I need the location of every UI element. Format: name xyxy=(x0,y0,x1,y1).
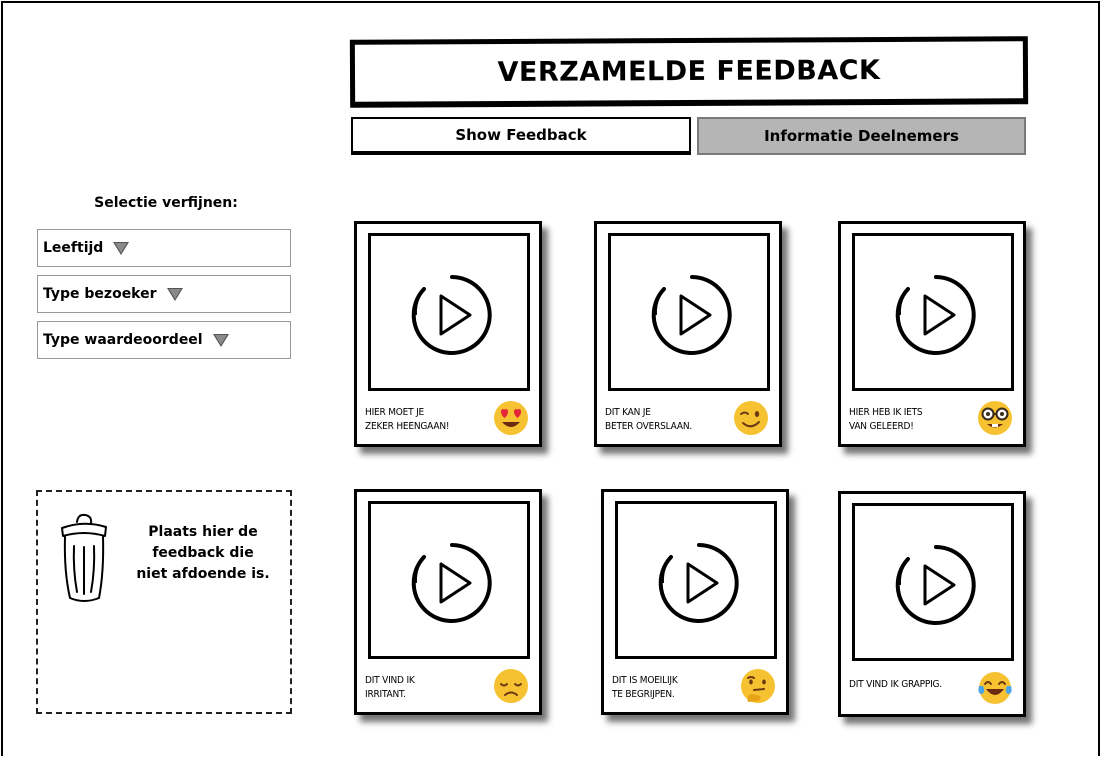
caret-down-icon xyxy=(166,287,183,301)
dropdown-label: Leeftijd xyxy=(43,240,104,256)
heart-eyes-emoji xyxy=(494,401,528,435)
winking-face-emoji xyxy=(734,401,768,435)
feedback-card[interactable]: Dit vind ik irritant. xyxy=(354,489,542,715)
dropdown-type-bezoeker[interactable]: Type bezoeker xyxy=(37,275,291,313)
tab-show-feedback[interactable]: Show Feedback xyxy=(351,117,691,155)
video-thumbnail xyxy=(368,501,530,659)
page-title: VERZAMELDE FEEDBACK xyxy=(349,36,1029,108)
video-thumbnail xyxy=(615,501,777,659)
feedback-card[interactable]: Dit kan je beter overslaan. xyxy=(594,221,782,447)
dropdown-leeftijd[interactable]: Leeftijd xyxy=(37,229,291,267)
thinking-face-emoji xyxy=(741,669,775,703)
caret-down-icon xyxy=(113,241,130,255)
dropdown-type-waardeoordeel[interactable]: Type waardeoordeel xyxy=(37,321,291,359)
video-thumbnail xyxy=(368,233,530,391)
caret-down-icon xyxy=(212,333,229,347)
feedback-card[interactable]: Hier moet je zeker heengaan! xyxy=(354,221,542,447)
video-thumbnail xyxy=(852,233,1014,391)
play-icon[interactable] xyxy=(892,541,978,627)
trash-drop-zone[interactable]: Plaats hier de feedback die niet afdoend… xyxy=(36,490,292,714)
play-icon[interactable] xyxy=(408,539,494,625)
video-thumbnail xyxy=(608,233,770,391)
card-caption: Dit vind ik irritant. xyxy=(365,675,415,700)
filter-heading: Selectie verfijnen: xyxy=(94,195,238,211)
feedback-card[interactable]: Hier heb ik iets van geleerd! xyxy=(838,221,1026,447)
feedback-card[interactable]: Dit is moeilijk te begrijpen. xyxy=(601,489,789,715)
play-icon[interactable] xyxy=(408,271,494,357)
play-icon[interactable] xyxy=(892,271,978,357)
card-caption: Hier heb ik iets van geleerd! xyxy=(849,407,923,432)
tab-informatie-deelnemers[interactable]: Informatie Deelnemers xyxy=(697,117,1026,155)
trash-instruction: Plaats hier de feedback die niet afdoend… xyxy=(136,524,270,582)
card-caption: Dit is moeilijk te begrijpen. xyxy=(612,675,678,700)
dropdown-label: Type bezoeker xyxy=(43,286,157,302)
card-caption: Dit kan je beter overslaan. xyxy=(605,407,693,432)
nerd-face-emoji xyxy=(978,401,1012,435)
dropdown-label: Type waardeoordeel xyxy=(43,332,203,348)
tears-of-joy-emoji xyxy=(978,672,1012,704)
play-icon[interactable] xyxy=(655,539,741,625)
play-icon[interactable] xyxy=(648,271,734,357)
disappointed-face-emoji xyxy=(494,669,528,703)
video-thumbnail xyxy=(852,503,1014,661)
card-caption: Dit vind ik grappig. xyxy=(849,679,942,690)
feedback-card[interactable]: Dit vind ik grappig. xyxy=(838,491,1026,717)
trash-can-icon xyxy=(61,513,107,602)
card-caption: Hier moet je zeker heengaan! xyxy=(365,407,450,432)
